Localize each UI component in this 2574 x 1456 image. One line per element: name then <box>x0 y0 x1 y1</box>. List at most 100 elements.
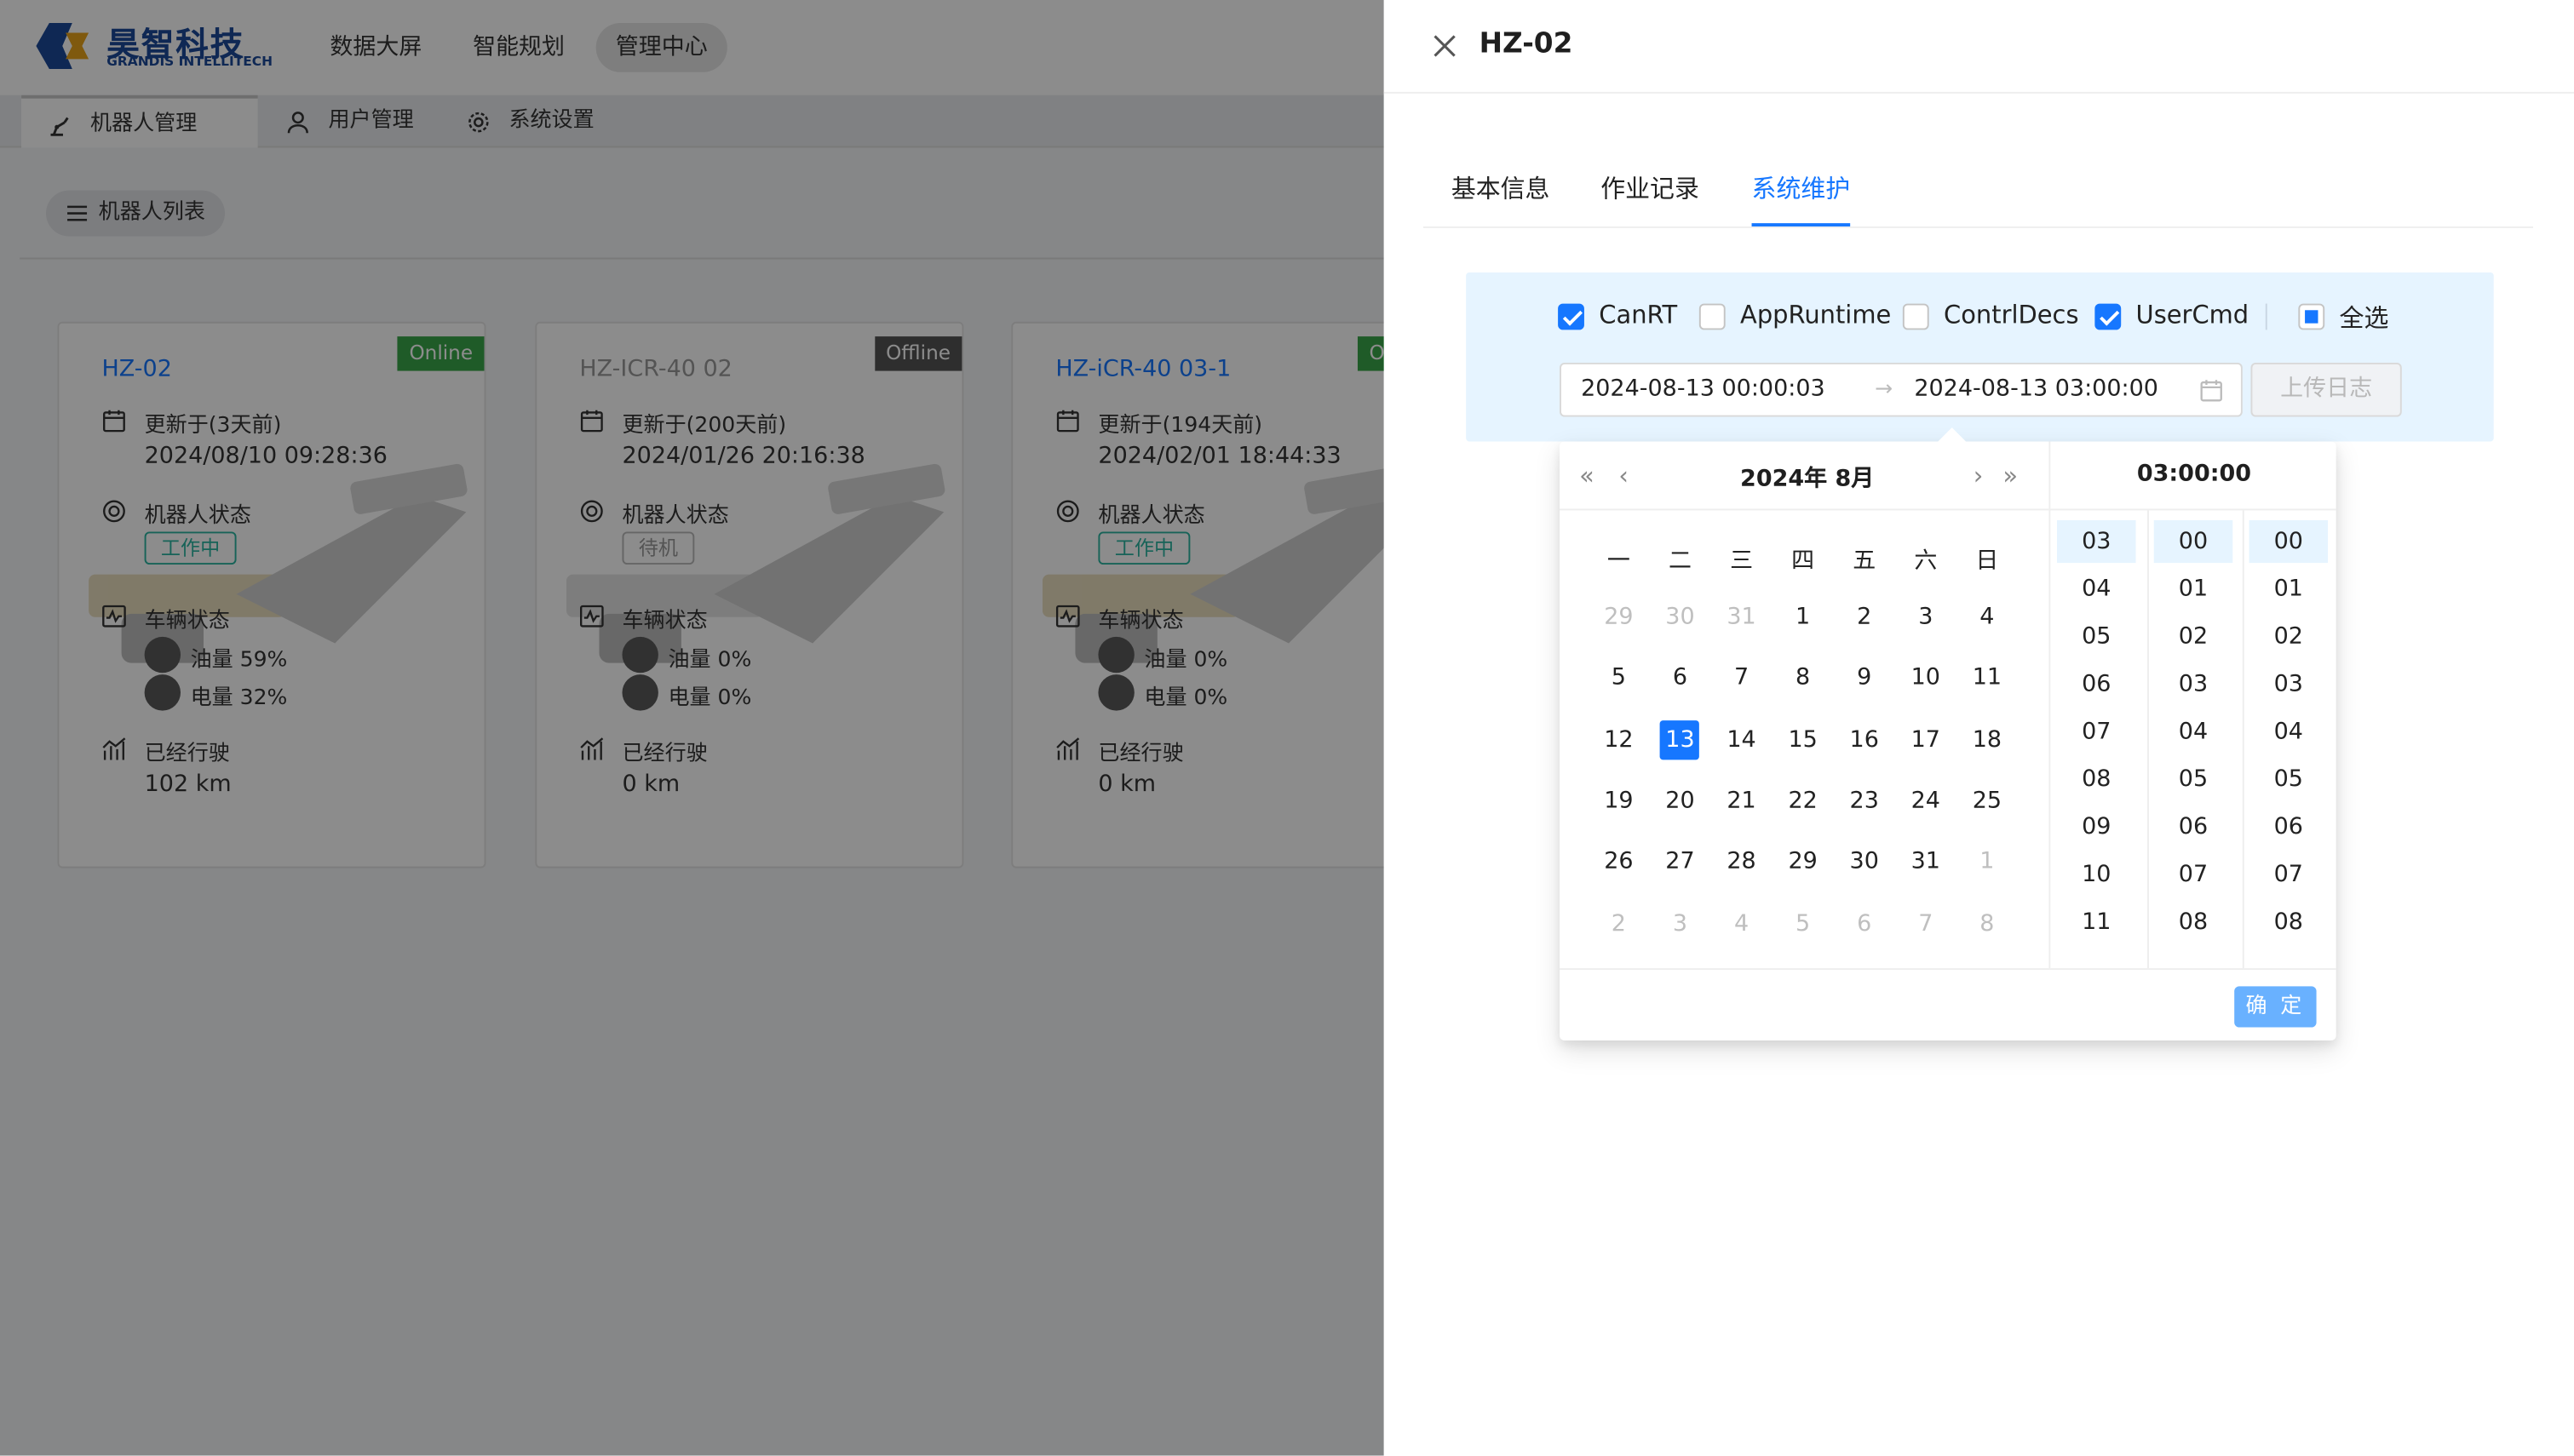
calendar-day[interactable]: 29 <box>1599 598 1638 637</box>
calendar-day[interactable]: 23 <box>1845 781 1884 820</box>
minute-option[interactable]: 05 <box>2154 758 2233 800</box>
calendar-day[interactable]: 27 <box>1660 842 1699 881</box>
range-arrow-icon: → <box>1875 377 1893 403</box>
hour-option[interactable]: 04 <box>2057 568 2136 610</box>
checkbox-appruntime[interactable] <box>1698 303 1726 330</box>
calendar-day[interactable]: 8 <box>1784 658 1823 697</box>
calendar-day[interactable]: 1 <box>1784 598 1823 637</box>
second-option[interactable]: 07 <box>2249 853 2329 896</box>
calendar-day[interactable]: 2 <box>1599 903 1638 943</box>
calendar-day[interactable]: 5 <box>1599 658 1638 697</box>
hour-option[interactable]: 06 <box>2057 663 2136 706</box>
date-range-picker[interactable]: 2024-08-13 00:00:03 → 2024-08-13 03:00:0… <box>1560 362 2243 417</box>
calendar-day[interactable]: 3 <box>1906 598 1945 637</box>
minute-option[interactable]: 06 <box>2154 805 2233 848</box>
calendar-day[interactable]: 4 <box>1968 598 2007 637</box>
hour-option[interactable]: 07 <box>2057 711 2136 754</box>
minute-option[interactable]: 07 <box>2154 853 2233 896</box>
calendar-day[interactable]: 21 <box>1721 781 1761 820</box>
close-icon[interactable] <box>1432 33 1458 60</box>
checkbox-appruntime-label[interactable]: AppRuntime <box>1740 301 1891 330</box>
calendar-day[interactable]: 28 <box>1721 842 1761 881</box>
calendar-day[interactable]: 29 <box>1784 842 1823 881</box>
second-option[interactable]: 04 <box>2249 711 2329 754</box>
weekday-header: 六 <box>1914 547 1938 575</box>
calendar-day[interactable]: 4 <box>1721 903 1761 943</box>
calendar-day[interactable]: 24 <box>1906 781 1945 820</box>
checkbox-select-all[interactable] <box>2298 303 2325 330</box>
next-month-button[interactable]: › <box>1974 461 1984 491</box>
tab-system-maintenance[interactable]: 系统维护 <box>1751 170 1851 226</box>
tab-underline-bar <box>1423 226 2533 228</box>
ok-button[interactable]: 确 定 <box>2234 986 2317 1028</box>
calendar-day[interactable]: 12 <box>1599 719 1638 759</box>
second-option[interactable]: 08 <box>2249 901 2329 943</box>
upload-log-button[interactable]: 上传日志 <box>2250 362 2402 417</box>
calendar-day[interactable]: 16 <box>1845 719 1884 759</box>
calendar-day[interactable]: 10 <box>1906 658 1945 697</box>
checkbox-usercmd[interactable] <box>2094 303 2122 330</box>
tab-work-records[interactable]: 作业记录 <box>1600 170 1699 226</box>
calendar-day[interactable]: 7 <box>1721 658 1761 697</box>
calendar-day[interactable]: 5 <box>1784 903 1823 943</box>
minute-option[interactable]: 03 <box>2154 663 2233 706</box>
calendar-day[interactable]: 13 <box>1660 719 1700 760</box>
calendar-day[interactable]: 2 <box>1845 598 1884 637</box>
checkbox-canrt[interactable] <box>1558 303 1584 330</box>
calendar-day[interactable]: 14 <box>1721 719 1761 759</box>
second-option[interactable]: 01 <box>2249 568 2329 610</box>
calendar-day[interactable]: 1 <box>1968 842 2007 881</box>
calendar-day[interactable]: 11 <box>1968 658 2007 697</box>
calendar-day[interactable]: 26 <box>1599 842 1638 881</box>
calendar-day[interactable]: 25 <box>1968 781 2007 820</box>
second-option[interactable]: 02 <box>2249 616 2329 658</box>
calendar-day[interactable]: 15 <box>1784 719 1823 759</box>
hour-option[interactable]: 03 <box>2057 519 2136 564</box>
checkbox-usercmd-label[interactable]: UserCmd <box>2136 301 2249 330</box>
calendar-day[interactable]: 8 <box>1968 903 2007 943</box>
checkbox-contrldecs-label[interactable]: ContrlDecs <box>1944 301 2078 330</box>
calendar-day[interactable]: 7 <box>1906 903 1945 943</box>
tab-basic-info[interactable]: 基本信息 <box>1451 170 1550 226</box>
second-option[interactable]: 05 <box>2249 758 2329 800</box>
prev-month-button[interactable]: ‹ <box>1618 461 1629 491</box>
hour-option[interactable]: 05 <box>2057 616 2136 658</box>
modal-mask[interactable] <box>0 0 1384 1456</box>
hour-option[interactable]: 09 <box>2057 805 2136 848</box>
minute-option[interactable]: 08 <box>2154 901 2233 943</box>
hour-option[interactable]: 10 <box>2057 853 2136 896</box>
calendar-day[interactable]: 31 <box>1906 842 1945 881</box>
divider <box>2242 510 2244 969</box>
calendar-day[interactable]: 9 <box>1845 658 1884 697</box>
range-start-input[interactable]: 2024-08-13 00:00:03 <box>1581 375 1825 402</box>
calendar-day[interactable]: 30 <box>1845 842 1884 881</box>
month-title[interactable]: 2024年 8月 <box>1740 461 1874 495</box>
hour-option[interactable]: 11 <box>2057 901 2136 943</box>
calendar-day[interactable]: 6 <box>1660 658 1699 697</box>
calendar-icon[interactable] <box>2200 379 2223 402</box>
checkbox-contrldecs[interactable] <box>1902 303 1929 330</box>
calendar-day[interactable]: 19 <box>1599 781 1638 820</box>
second-option[interactable]: 00 <box>2249 519 2329 564</box>
minute-option[interactable]: 00 <box>2153 519 2233 564</box>
calendar-day[interactable]: 22 <box>1784 781 1823 820</box>
prev-year-button[interactable]: « <box>1579 461 1594 491</box>
calendar-day[interactable]: 17 <box>1906 719 1945 759</box>
minute-option[interactable]: 02 <box>2154 616 2233 658</box>
calendar-day[interactable]: 6 <box>1845 903 1884 943</box>
maintenance-panel: CanRT AppRuntime ContrlDecs UserCmd 全选 2… <box>1466 272 2494 442</box>
calendar-day[interactable]: 18 <box>1968 719 2007 759</box>
minute-option[interactable]: 01 <box>2154 568 2233 610</box>
calendar-day[interactable]: 30 <box>1660 598 1699 637</box>
second-option[interactable]: 03 <box>2249 663 2329 706</box>
next-year-button[interactable]: » <box>2002 461 2018 491</box>
checkbox-select-all-label[interactable]: 全选 <box>2340 301 2389 335</box>
calendar-day[interactable]: 20 <box>1660 781 1699 820</box>
hour-option[interactable]: 08 <box>2057 758 2136 800</box>
minute-option[interactable]: 04 <box>2154 711 2233 754</box>
calendar-day[interactable]: 3 <box>1660 903 1699 943</box>
second-option[interactable]: 06 <box>2249 805 2329 848</box>
checkbox-canrt-label[interactable]: CanRT <box>1599 301 1677 330</box>
calendar-day[interactable]: 31 <box>1721 598 1761 637</box>
range-end-input[interactable]: 2024-08-13 03:00:00 <box>1914 375 2158 402</box>
